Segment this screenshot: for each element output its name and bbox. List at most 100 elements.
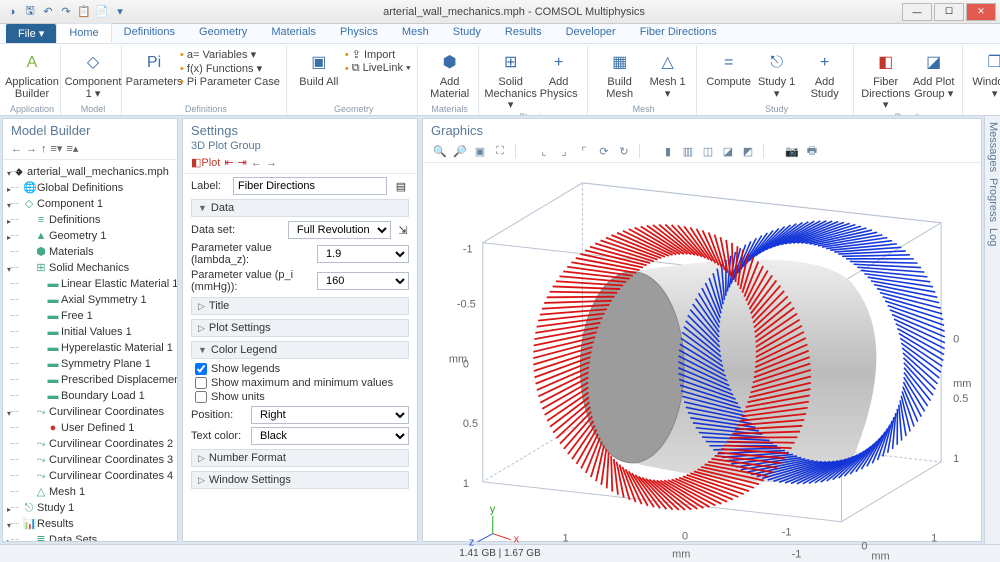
ribbon-windows-[interactable]: ❐Windows ▾ — [973, 48, 1000, 100]
tree-boundary-load-1[interactable]: ▬Boundary Load 1 — [9, 388, 171, 404]
tree-curvilinear-coordinates-3[interactable]: ⤳Curvilinear Coordinates 3 — [9, 452, 171, 468]
model-builder-toolbar[interactable]: ← → ↑ ≡▾ ≡▴ — [3, 140, 177, 160]
ribbon-small[interactable]: •⧉ LiveLink ▾ — [345, 62, 411, 75]
ribbon-add-physics[interactable]: +Add Physics — [537, 48, 581, 100]
up-icon[interactable]: ↑ — [41, 142, 47, 155]
ribbon-add-plot-group-[interactable]: ◪Add Plot Group ▾ — [912, 48, 956, 100]
window-maximize-button[interactable]: ☐ — [934, 3, 964, 21]
section-plot-settings[interactable]: ▷Plot Settings — [191, 319, 409, 337]
save-icon[interactable]: 🖫 — [22, 4, 38, 20]
next-icon[interactable]: → — [266, 156, 277, 169]
model-tree[interactable]: ▾⬥arterial_wall_mechanics.mph▸🌐Global De… — [3, 160, 177, 541]
log-tab[interactable]: Log — [986, 228, 999, 246]
tree-component-1[interactable]: ▾◇Component 1 — [9, 196, 171, 212]
print-icon[interactable]: 🖶 — [805, 144, 819, 158]
tree-materials[interactable]: ⬢Materials — [9, 244, 171, 260]
tab-study[interactable]: Study — [441, 23, 493, 43]
tab-geometry[interactable]: Geometry — [187, 23, 259, 43]
messages-tab[interactable]: Messages — [986, 122, 999, 172]
box-select-icon[interactable]: ▥ — [681, 144, 695, 158]
ribbon-mesh-1-[interactable]: △Mesh 1 ▾ — [646, 48, 690, 100]
legend-textcolor-select[interactable]: Black — [251, 427, 409, 445]
show-legends-checkbox[interactable] — [195, 363, 207, 375]
ribbon-component-1-[interactable]: ◇Component 1 ▾ — [71, 48, 115, 100]
ribbon-add-material[interactable]: ⬢Add Material — [428, 48, 472, 100]
zoom-box-icon[interactable]: ▣ — [473, 144, 487, 158]
zoom-extents-icon[interactable]: ⛶ — [493, 144, 507, 158]
ribbon-application-builder[interactable]: AApplication Builder — [10, 48, 54, 100]
hide-icon[interactable]: ◪ — [721, 144, 735, 158]
select-icon[interactable]: ▮ — [661, 144, 675, 158]
show-units-checkbox[interactable] — [195, 391, 207, 403]
view-xz-icon[interactable]: ⌟ — [557, 144, 571, 158]
expand-icon[interactable]: ≡▾ — [51, 142, 63, 155]
ribbon-add-study[interactable]: +Add Study — [803, 48, 847, 100]
legend-position-select[interactable]: Right — [251, 406, 409, 424]
tab-materials[interactable]: Materials — [259, 23, 328, 43]
ribbon-parameters[interactable]: PiParameters — [132, 48, 176, 89]
label-input[interactable] — [233, 177, 387, 195]
snapshot-icon[interactable]: 📷 — [785, 144, 799, 158]
ribbon-small[interactable]: •f(x) Functions ▾ — [180, 62, 280, 75]
tree-definitions[interactable]: ▸≡Definitions — [9, 212, 171, 228]
prev-icon[interactable]: ← — [251, 156, 262, 169]
undo-icon[interactable]: ↶ — [40, 4, 56, 20]
section-title[interactable]: ▷Title — [191, 297, 409, 315]
tree-user-defined-1[interactable]: ●User Defined 1 — [9, 420, 171, 436]
window-minimize-button[interactable]: — — [902, 3, 932, 21]
tree-curvilinear-coordinates-4[interactable]: ⤳Curvilinear Coordinates 4 — [9, 468, 171, 484]
lasso-icon[interactable]: ◫ — [701, 144, 715, 158]
progress-tab[interactable]: Progress — [986, 178, 999, 222]
redo-icon[interactable]: ↷ — [58, 4, 74, 20]
tree-linear-elastic-material-1[interactable]: ▬Linear Elastic Material 1 — [9, 276, 171, 292]
section-data[interactable]: ▼Data — [191, 199, 409, 217]
right-sidebar[interactable]: Messages Progress Log — [984, 116, 1000, 544]
ribbon-small[interactable]: •⇪ Import — [345, 48, 411, 61]
ribbon-small[interactable]: •a= Variables ▾ — [180, 48, 280, 61]
ribbon-build-mesh[interactable]: ▦Build Mesh — [598, 48, 642, 100]
view-default-icon[interactable]: ⟳ — [597, 144, 611, 158]
param1-select[interactable]: 1.9 — [317, 245, 409, 263]
param2-select[interactable]: 160 — [317, 272, 409, 290]
qat-more-icon[interactable]: ▾ — [112, 4, 128, 20]
copy-icon[interactable]: 📋 — [76, 4, 92, 20]
tree-initial-values-1[interactable]: ▬Initial Values 1 — [9, 324, 171, 340]
graphics-toolbar[interactable]: 🔍 🔎 ▣ ⛶ ⌞ ⌟ ⌜ ⟳ ↻ ▮ ▥ ◫ ◪ ◩ 📷 🖶 — [423, 140, 981, 163]
last-icon[interactable]: ⇥ — [238, 156, 247, 169]
ribbon-solid-mechanics-[interactable]: ⊞Solid Mechanics ▾ — [489, 48, 533, 112]
tree-results[interactable]: ▾📊Results — [9, 516, 171, 532]
tree-geometry-1[interactable]: ▸▲Geometry 1 — [9, 228, 171, 244]
zoom-out-icon[interactable]: 🔎 — [453, 144, 467, 158]
ribbon-build-all[interactable]: ▣Build All — [297, 48, 341, 89]
section-number-format[interactable]: ▷Number Format — [191, 449, 409, 467]
graphics-canvas[interactable]: 1 0.5 0 -0.5 -1 mm 10-1 mm 10.50 mm 10-1… — [423, 163, 981, 541]
dataset-select[interactable]: Full Revolution — [288, 221, 391, 239]
dataset-link-icon[interactable]: ⇲ — [397, 224, 409, 237]
tab-developer[interactable]: Developer — [554, 23, 628, 43]
window-close-button[interactable]: ✕ — [966, 3, 996, 21]
tab-definitions[interactable]: Definitions — [112, 23, 187, 43]
ribbon-fiber-directions-[interactable]: ◧Fiber Directions ▾ — [864, 48, 908, 112]
fwd-icon[interactable]: → — [26, 142, 37, 155]
tree-global-definitions[interactable]: ▸🌐Global Definitions — [9, 180, 171, 196]
ribbon-compute[interactable]: =Compute — [707, 48, 751, 89]
tab-mesh[interactable]: Mesh — [390, 23, 441, 43]
view-rotate-icon[interactable]: ↻ — [617, 144, 631, 158]
paste-icon[interactable]: 📄 — [94, 4, 110, 20]
tree-solid-mechanics[interactable]: ▾⊞Solid Mechanics — [9, 260, 171, 276]
ribbon-study-1-[interactable]: ⎋Study 1 ▾ — [755, 48, 799, 100]
show-icon[interactable]: ◩ — [741, 144, 755, 158]
ribbon-small[interactable]: •Pi Parameter Case — [180, 76, 280, 88]
tree-mesh-1[interactable]: △Mesh 1 — [9, 484, 171, 500]
tree-free-1[interactable]: ▬Free 1 — [9, 308, 171, 324]
section-color-legend[interactable]: ▼Color Legend — [191, 341, 409, 359]
view-yz-icon[interactable]: ⌜ — [577, 144, 591, 158]
tree-curvilinear-coordinates[interactable]: ▾⤳Curvilinear Coordinates — [9, 404, 171, 420]
label-options-icon[interactable]: ▤ — [393, 180, 409, 193]
tree-hyperelastic-material-1[interactable]: ▬Hyperelastic Material 1 — [9, 340, 171, 356]
first-icon[interactable]: ⇤ — [224, 156, 233, 169]
tree-curvilinear-coordinates-2[interactable]: ⤳Curvilinear Coordinates 2 — [9, 436, 171, 452]
file-tab[interactable]: File ▾ — [6, 24, 56, 43]
zoom-in-icon[interactable]: 🔍 — [433, 144, 447, 158]
view-xy-icon[interactable]: ⌞ — [537, 144, 551, 158]
